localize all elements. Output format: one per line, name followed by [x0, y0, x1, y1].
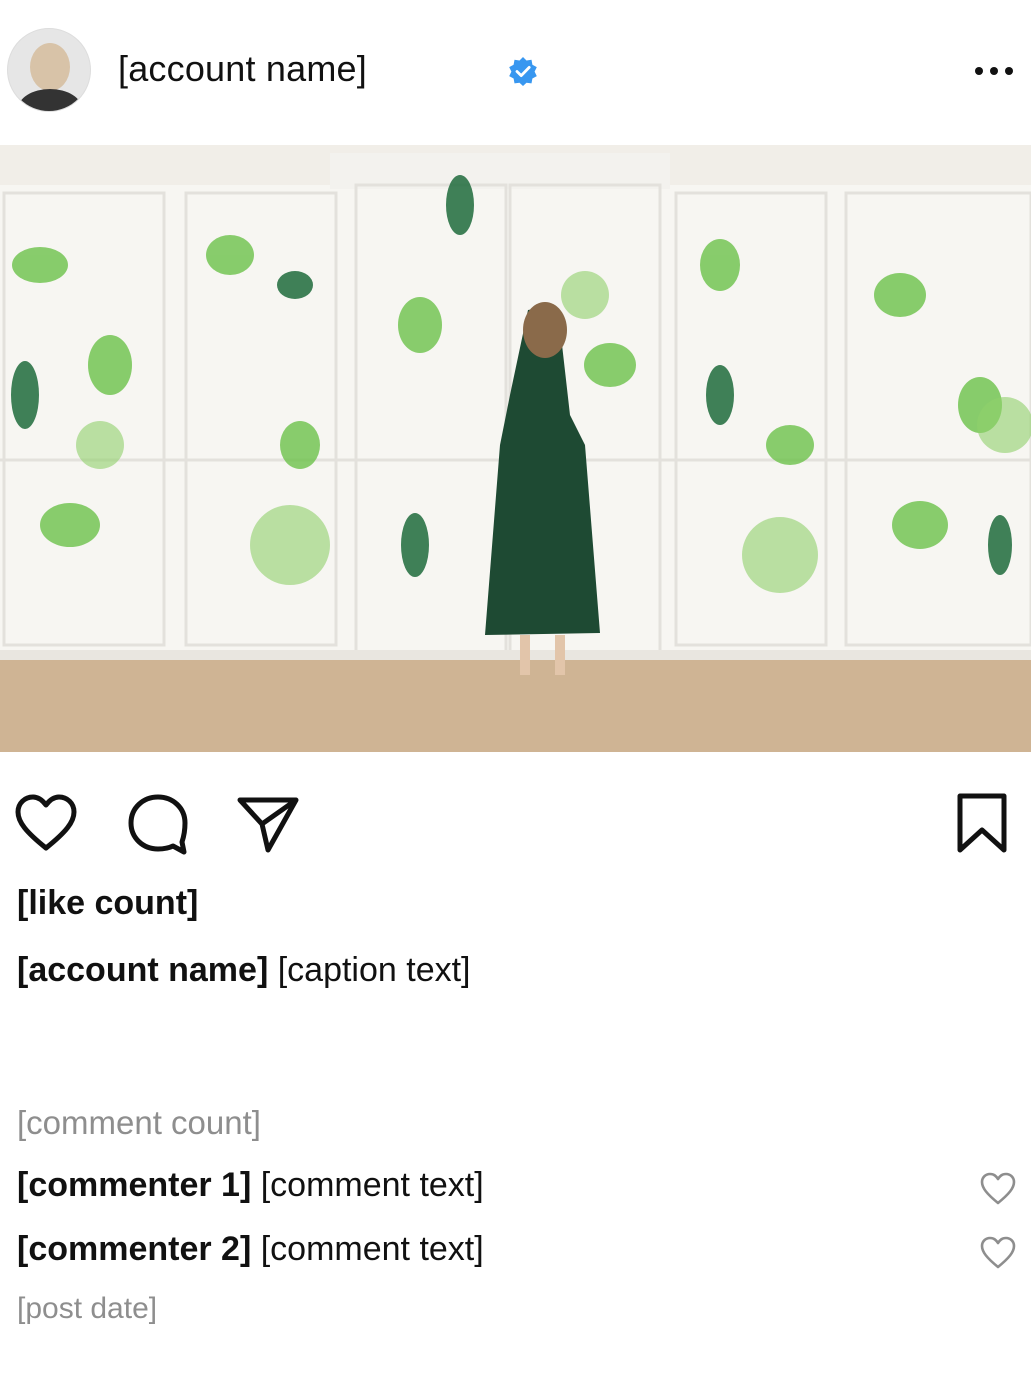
more-options-icon[interactable] [972, 54, 1016, 88]
comment-username[interactable]: [commenter 1] [17, 1166, 251, 1204]
caption: [account name] [caption text] [17, 948, 1017, 992]
photo-illustration [0, 145, 1031, 752]
save-icon[interactable] [950, 792, 1014, 856]
post-photo[interactable] [0, 145, 1031, 752]
comment-text: [comment text] [260, 1230, 484, 1268]
comment-icon[interactable] [126, 792, 190, 856]
comment-like-icon[interactable] [980, 1172, 1016, 1206]
view-comments-link[interactable]: [comment count] [17, 1104, 261, 1142]
like-icon[interactable] [14, 792, 78, 856]
comment-item: [commenter 1] [comment text] [17, 1166, 957, 1205]
avatar-face [30, 43, 70, 91]
share-icon[interactable] [236, 792, 300, 856]
comment-item: [commenter 2] [comment text] [17, 1230, 957, 1269]
caption-text: [caption text] [277, 951, 471, 989]
like-count[interactable]: [like count] [17, 884, 198, 923]
verified-badge-icon [509, 57, 537, 86]
avatar[interactable] [7, 28, 91, 112]
comment-text: [comment text] [260, 1166, 484, 1204]
action-bar [0, 752, 1031, 872]
avatar-body [18, 89, 82, 111]
comment-like-icon[interactable] [980, 1236, 1016, 1270]
post-username[interactable]: [account name] [118, 48, 367, 90]
comment-username[interactable]: [commenter 2] [17, 1230, 251, 1268]
caption-username[interactable]: [account name] [17, 951, 268, 989]
post-header: [account name] [0, 0, 1031, 145]
post-date: [post date] [17, 1292, 158, 1325]
